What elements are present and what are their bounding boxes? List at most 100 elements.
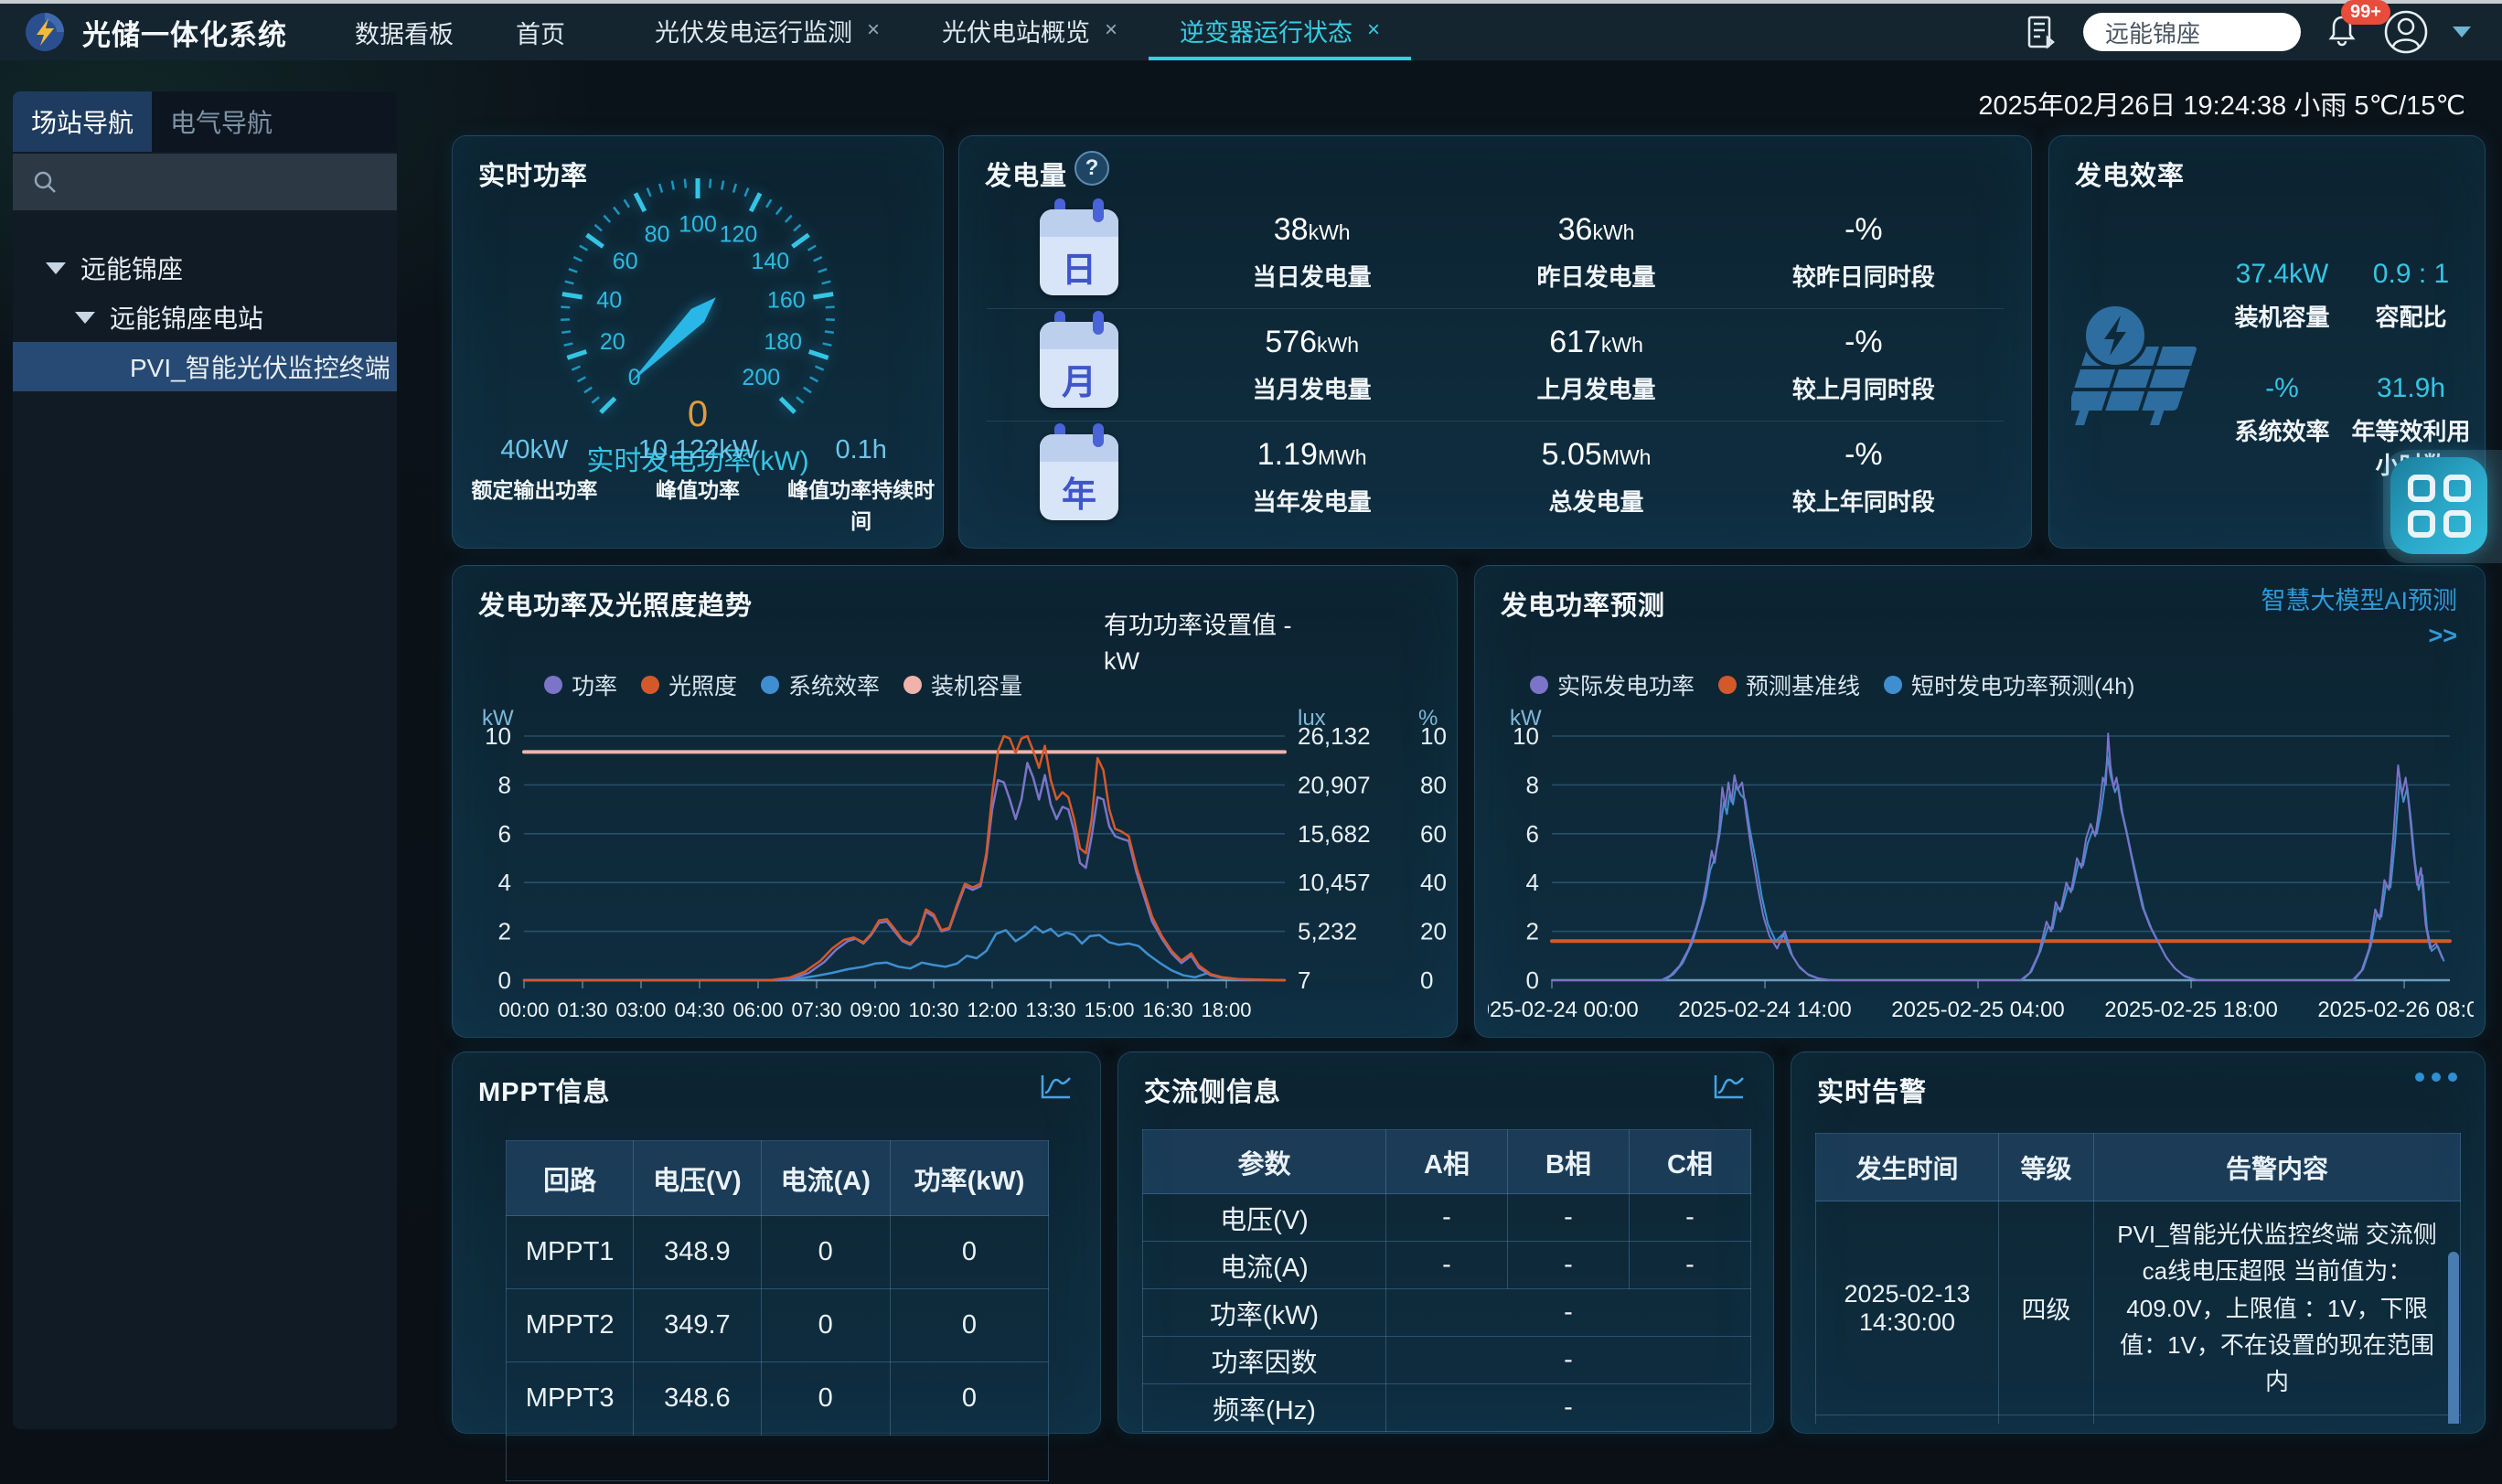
- datetime-weather: 2025年02月26日 19:24:38 小雨 5℃/15℃: [1978, 84, 2465, 123]
- svg-text:kW: kW: [1510, 706, 1542, 731]
- panel-ac-info: 交流侧信息 参数A相B相C相电压(V)---电流(A)---功率(kW)-功率因…: [1117, 1052, 1774, 1434]
- tab-close-icon[interactable]: ×: [867, 17, 880, 43]
- report-icon[interactable]: [2023, 14, 2059, 50]
- svg-text:80: 80: [645, 221, 670, 247]
- efficiency-stat-1: 0.9 : 1容配比: [2347, 259, 2475, 333]
- ac-row: 电压(V)---: [1143, 1194, 1751, 1242]
- svg-text:06:00: 06:00: [732, 998, 783, 1021]
- svg-text:40: 40: [1420, 869, 1446, 896]
- svg-text:15,682: 15,682: [1298, 820, 1371, 848]
- ai-forecast-link[interactable]: 智慧大模型AI预测 >>: [2261, 584, 2457, 654]
- ac-chart-icon[interactable]: [1713, 1073, 1746, 1105]
- app-title: 光储一体化系统: [82, 12, 287, 53]
- legend-item[interactable]: 系统效率: [761, 668, 880, 701]
- tab-close-icon[interactable]: ×: [1105, 17, 1117, 43]
- svg-text:6: 6: [498, 820, 511, 848]
- energy-row-1: 月576kWh当月发电量617kWh上月发电量-%较上月同时段: [987, 309, 2004, 422]
- energy-stat: 38kWh当日发电量: [1155, 212, 1469, 293]
- mppt-chart-icon[interactable]: [1040, 1073, 1073, 1105]
- svg-text:4: 4: [1526, 869, 1539, 896]
- topbar: 光储一体化系统 数据看板首页 光伏发电运行监测×光伏电站概览×逆变器运行状态× …: [0, 4, 2502, 60]
- calendar-icon: 月: [1040, 322, 1118, 408]
- energy-stat: -%较上年同时段: [1724, 437, 2004, 518]
- avatar[interactable]: [2383, 9, 2429, 55]
- nav-tab-2[interactable]: 逆变器运行状态×: [1149, 4, 1411, 60]
- top-menu-item-1[interactable]: 首页: [485, 4, 596, 60]
- svg-text:15:00: 15:00: [1084, 998, 1134, 1021]
- power-stat-0: 40kW额定输出功率: [453, 435, 616, 535]
- svg-text:2: 2: [1526, 918, 1539, 945]
- panel-realtime-power: 实时功率 020406080100120140160180200 0 实时发电功…: [452, 135, 944, 549]
- help-icon[interactable]: ?: [1075, 151, 1109, 186]
- tree-caret-icon[interactable]: [75, 312, 95, 324]
- legend-item[interactable]: 光照度: [641, 668, 737, 701]
- svg-text:%: %: [1418, 706, 1438, 731]
- svg-text:2025-02-25 18:00: 2025-02-25 18:00: [2104, 998, 2278, 1022]
- panel-title: 交流侧信息: [1144, 1071, 1281, 1109]
- alarm-row: 2025-02-13四级PVI_智能光伏监控终端 交流侧ab线电压超限 当前值为…: [1816, 1415, 2461, 1424]
- energy-row-0: 日38kWh当日发电量36kWh昨日发电量-%较昨日同时段: [987, 197, 2004, 309]
- svg-text:20: 20: [600, 329, 626, 355]
- alarm-row: 2025-02-13 14:30:00四级PVI_智能光伏监控终端 交流侧ca线…: [1816, 1201, 2461, 1415]
- sidebar-search[interactable]: [13, 154, 397, 210]
- svg-text:80: 80: [1420, 771, 1446, 798]
- mppt-row: MPPT1348.900: [507, 1216, 1049, 1289]
- svg-text:lux: lux: [1298, 706, 1326, 731]
- power-stat-2: 0.1h峰值功率持续时间: [779, 435, 943, 535]
- svg-text:10,457: 10,457: [1298, 869, 1371, 896]
- svg-text:160: 160: [767, 287, 806, 313]
- legend-item[interactable]: 实际发电功率: [1530, 668, 1695, 701]
- panel-title: MPPT信息: [478, 1071, 611, 1109]
- power-stat-1: 10.122kW峰值功率: [616, 435, 780, 535]
- top-menu-item-0[interactable]: 数据看板: [324, 4, 485, 60]
- svg-text:60: 60: [1420, 820, 1446, 848]
- sidebar-tab-1[interactable]: 电气导航: [152, 91, 291, 152]
- tree-item-1[interactable]: 远能锦座电站: [13, 293, 397, 342]
- svg-text:2025-02-24 00:00: 2025-02-24 00:00: [1488, 998, 1639, 1022]
- energy-stat: 1.19MWh当年发电量: [1155, 437, 1469, 518]
- ac-table: 参数A相B相C相电压(V)---电流(A)---功率(kW)-功率因数-频率(H…: [1142, 1129, 1751, 1432]
- user-menu-caret-icon[interactable]: [2453, 27, 2471, 37]
- svg-text:100: 100: [679, 212, 717, 238]
- svg-text:00:00: 00:00: [498, 998, 549, 1021]
- mppt-row: MPPT3348.600: [507, 1362, 1049, 1436]
- gauge-value: 0: [453, 394, 943, 435]
- dashboard-root: 光储一体化系统 数据看板首页 光伏发电运行监测×光伏电站概览×逆变器运行状态× …: [0, 0, 2502, 1484]
- tree-item-2[interactable]: PVI_智能光伏监控终端: [13, 342, 397, 391]
- sidebar-tabs: 场站导航电气导航: [13, 91, 397, 152]
- notifications[interactable]: 99+: [2325, 13, 2359, 52]
- svg-text:09:00: 09:00: [850, 998, 900, 1021]
- tab-close-icon[interactable]: ×: [1367, 17, 1380, 43]
- tree-caret-icon[interactable]: [46, 262, 66, 274]
- svg-text:8: 8: [1526, 771, 1539, 798]
- svg-text:13:30: 13:30: [1025, 998, 1075, 1021]
- energy-stat: 5.05MWh总发电量: [1469, 437, 1723, 518]
- forecast-legend: 实际发电功率预测基准线短时发电功率预测(4h): [1530, 668, 2135, 701]
- ac-row: 功率(kW)-: [1143, 1289, 1751, 1337]
- nav-tab-0[interactable]: 光伏发电运行监测×: [624, 4, 911, 60]
- svg-text:6: 6: [1526, 820, 1539, 848]
- apps-grid-button[interactable]: [2390, 457, 2487, 554]
- legend-item[interactable]: 功率: [544, 668, 617, 701]
- svg-text:0: 0: [498, 966, 511, 994]
- legend-item[interactable]: 预测基准线: [1718, 668, 1860, 701]
- svg-text:0: 0: [1526, 966, 1539, 994]
- svg-text:140: 140: [751, 249, 789, 274]
- tree-item-0[interactable]: 远能锦座: [13, 243, 397, 293]
- alarms-more-icon[interactable]: [2415, 1073, 2457, 1082]
- legend-item[interactable]: 短时发电功率预测(4h): [1884, 668, 2134, 701]
- legend-item[interactable]: 装机容量: [904, 668, 1022, 701]
- alarm-scrollbar[interactable]: [2448, 1252, 2459, 1424]
- station-search[interactable]: [2083, 13, 2301, 51]
- svg-text:0: 0: [628, 365, 641, 390]
- trend-chart: 07025,23220410,45740615,68260820,9078010…: [465, 703, 1446, 1028]
- panel-energy: 发电量 ? 日38kWh当日发电量36kWh昨日发电量-%较昨日同时段月576k…: [958, 135, 2032, 549]
- svg-text:20: 20: [1420, 918, 1446, 945]
- nav-tab-1[interactable]: 光伏电站概览×: [911, 4, 1149, 60]
- panel-title: 发电量: [985, 155, 1067, 193]
- svg-text:2025-02-24 14:00: 2025-02-24 14:00: [1678, 998, 1852, 1022]
- sidebar-tab-0[interactable]: 场站导航: [13, 91, 152, 152]
- sidebar: 场站导航电气导航 远能锦座远能锦座电站PVI_智能光伏监控终端: [13, 91, 397, 1429]
- svg-text:5,232: 5,232: [1298, 918, 1357, 945]
- station-search-input[interactable]: [2103, 17, 2281, 48]
